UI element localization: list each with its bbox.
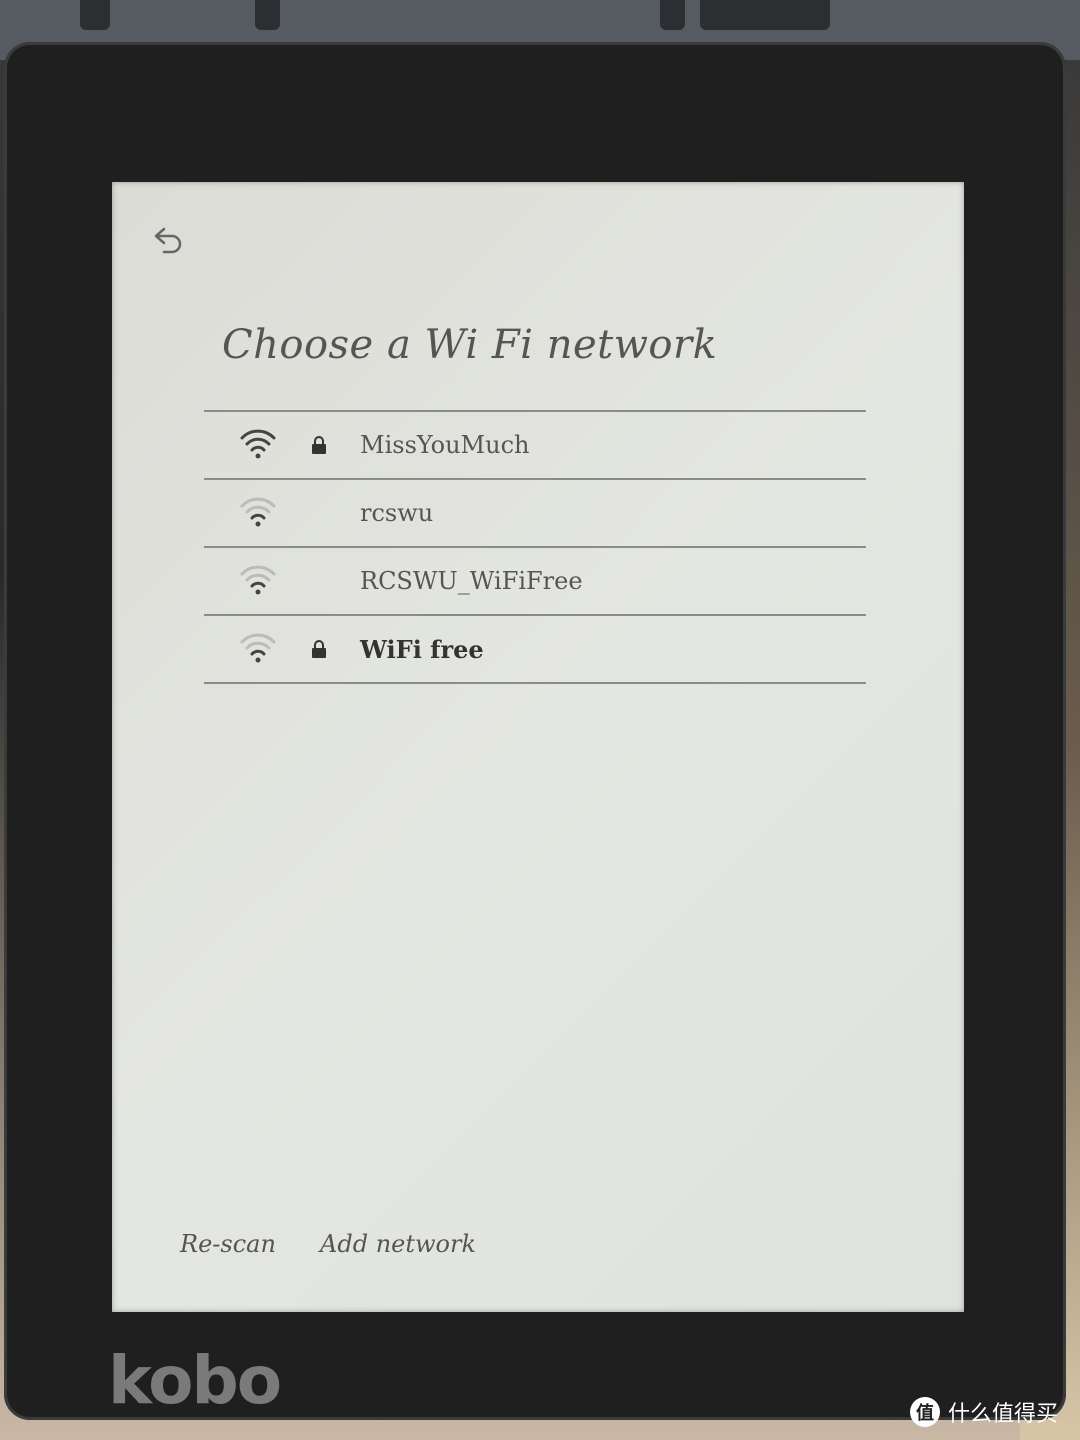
keyboard-key — [660, 0, 685, 30]
wifi-signal-icon — [240, 497, 276, 527]
rescan-button[interactable]: Re-scan — [180, 1230, 276, 1258]
keyboard-key — [80, 0, 110, 30]
network-row[interactable]: WiFi free — [204, 614, 866, 684]
network-row[interactable]: RCSWU_WiFiFree — [204, 546, 866, 614]
network-name: WiFi free — [360, 634, 484, 664]
back-arrow-icon[interactable] — [148, 222, 188, 262]
network-row[interactable]: rcswu — [204, 478, 866, 546]
lock-icon — [312, 436, 326, 454]
network-name: MissYouMuch — [360, 431, 530, 459]
network-name: rcswu — [360, 499, 434, 527]
wifi-signal-icon — [240, 565, 276, 595]
network-row[interactable]: MissYouMuch — [204, 410, 866, 478]
keyboard-key — [255, 0, 280, 30]
watermark: 值 什么值得买 — [910, 1396, 1058, 1428]
keyboard-key — [700, 0, 830, 30]
wifi-signal-icon — [240, 633, 276, 663]
watermark-badge: 值 — [910, 1397, 940, 1427]
watermark-text: 什么值得买 — [948, 1402, 1059, 1427]
add-network-button[interactable]: Add network — [320, 1230, 476, 1258]
screen: Choose a Wi Fi network MissYouMuch rcswu… — [112, 182, 964, 1312]
lock-icon — [312, 640, 326, 658]
network-list: MissYouMuch rcswu RCSWU_WiFiFree WiFi fr… — [204, 410, 866, 684]
ereader-device: Choose a Wi Fi network MissYouMuch rcswu… — [4, 42, 1066, 1420]
page-title: Choose a Wi Fi network — [222, 322, 718, 368]
kobo-logo: kobo — [108, 1342, 282, 1419]
network-name: RCSWU_WiFiFree — [360, 567, 583, 595]
wifi-signal-icon — [240, 429, 276, 459]
